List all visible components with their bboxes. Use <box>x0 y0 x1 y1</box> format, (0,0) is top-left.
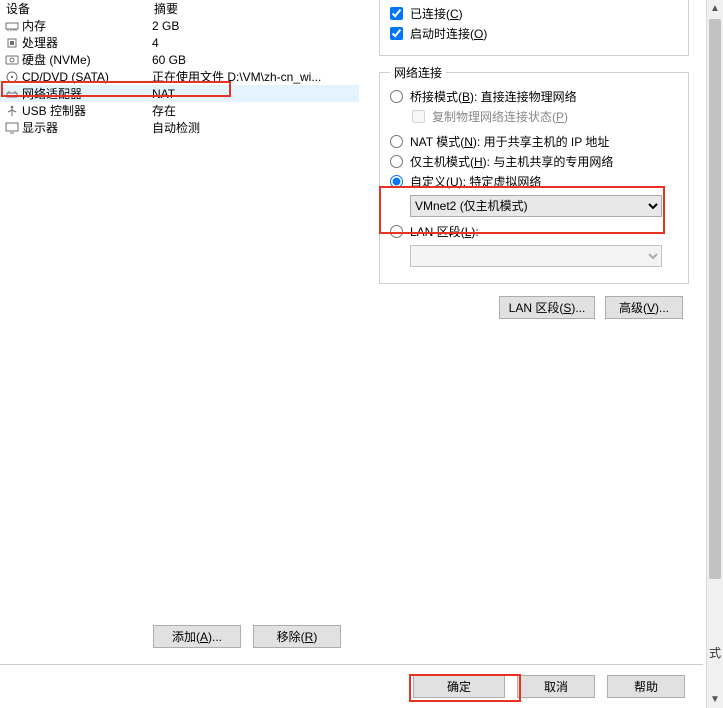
connected-checkbox[interactable]: 已连接(C) <box>390 5 678 22</box>
network-group-legend: 网络连接 <box>390 64 446 81</box>
device-row-4[interactable]: 网络适配器NAT <box>0 85 359 102</box>
hostonly-radio[interactable]: 仅主机模式(H): 与主机共享的专用网络 <box>390 153 678 170</box>
cd-icon <box>4 70 20 84</box>
custom-network-select[interactable]: VMnet2 (仅主机模式) <box>410 195 662 217</box>
replicate-checkbox: 复制物理网络连接状态(P) <box>412 108 678 125</box>
device-name: 内存 <box>22 17 152 34</box>
device-column-headers: 设备 摘要 <box>0 0 359 17</box>
custom-radio[interactable]: 自定义(U): 特定虚拟网络 <box>390 173 678 190</box>
col-device: 设备 <box>6 0 154 17</box>
disk-icon <box>4 53 20 67</box>
device-row-1[interactable]: 处理器4 <box>0 34 359 51</box>
col-summary: 摘要 <box>154 0 359 17</box>
lan-segment-select <box>410 245 662 267</box>
scroll-up-icon[interactable]: ▲ <box>707 0 723 17</box>
device-row-0[interactable]: 内存2 GB <box>0 17 359 34</box>
scroll-thumb[interactable] <box>709 19 721 579</box>
device-summary: 2 GB <box>152 19 359 33</box>
hardware-left-pane: 设备 摘要 内存2 GB处理器4硬盘 (NVMe)60 GBCD/DVD (SA… <box>0 0 367 664</box>
device-name: 显示器 <box>22 119 152 136</box>
device-name: 处理器 <box>22 34 152 51</box>
advanced-button[interactable]: 高级(V)... <box>605 296 683 319</box>
scroll-down-icon[interactable]: ▼ <box>707 691 723 708</box>
lan-segments-button[interactable]: LAN 区段(S)... <box>499 296 595 319</box>
ok-button[interactable]: 确定 <box>413 675 505 698</box>
device-row-6[interactable]: 显示器自动检测 <box>0 119 359 136</box>
device-name: USB 控制器 <box>22 102 152 119</box>
device-summary: 自动检测 <box>152 119 359 136</box>
nat-radio[interactable]: NAT 模式(N): 用于共享主机的 IP 地址 <box>390 133 678 150</box>
device-name: 网络适配器 <box>22 85 152 102</box>
help-button[interactable]: 帮助 <box>607 675 685 698</box>
connected-label: 已连接(C) <box>410 5 463 22</box>
usb-icon <box>4 104 20 118</box>
device-name: 硬盘 (NVMe) <box>22 51 152 68</box>
device-row-2[interactable]: 硬盘 (NVMe)60 GB <box>0 51 359 68</box>
display-icon <box>4 121 20 135</box>
dialog-button-bar: 确定 取消 帮助 <box>0 671 703 701</box>
cancel-button[interactable]: 取消 <box>517 675 595 698</box>
lan-segment-radio[interactable]: LAN 区段(L): <box>390 223 678 240</box>
device-summary: 存在 <box>152 102 359 119</box>
device-summary: 60 GB <box>152 53 359 67</box>
remove-button[interactable]: 移除(R) <box>253 625 341 648</box>
vertical-scrollbar[interactable]: ▲ 式 ▼ <box>706 0 723 708</box>
network-connection-group: 网络连接 桥接模式(B): 直接连接物理网络 复制物理网络连接状态(P) NAT… <box>379 64 689 284</box>
device-name: CD/DVD (SATA) <box>22 70 152 84</box>
memory-icon <box>4 19 20 33</box>
device-row-3[interactable]: CD/DVD (SATA)正在使用文件 D:\VM\zh-cn_wi... <box>0 68 359 85</box>
device-summary: 正在使用文件 D:\VM\zh-cn_wi... <box>152 68 359 85</box>
device-row-5[interactable]: USB 控制器存在 <box>0 102 359 119</box>
cpu-icon <box>4 36 20 50</box>
connect-at-start-label: 启动时连接(O) <box>410 25 487 42</box>
bridged-radio[interactable]: 桥接模式(B): 直接连接物理网络 <box>390 88 678 105</box>
device-summary: 4 <box>152 36 359 50</box>
connect-at-start-checkbox[interactable]: 启动时连接(O) <box>390 25 678 42</box>
device-detail-pane: 已连接(C) 启动时连接(O) 网络连接 桥接模式(B): 直接连接物理网络 复… <box>367 0 703 664</box>
device-summary: NAT <box>152 87 359 101</box>
network-icon <box>4 87 20 101</box>
side-char: 式 <box>709 644 721 661</box>
add-button[interactable]: 添加(A)... <box>153 625 241 648</box>
device-list[interactable]: 内存2 GB处理器4硬盘 (NVMe)60 GBCD/DVD (SATA)正在使… <box>0 17 359 136</box>
